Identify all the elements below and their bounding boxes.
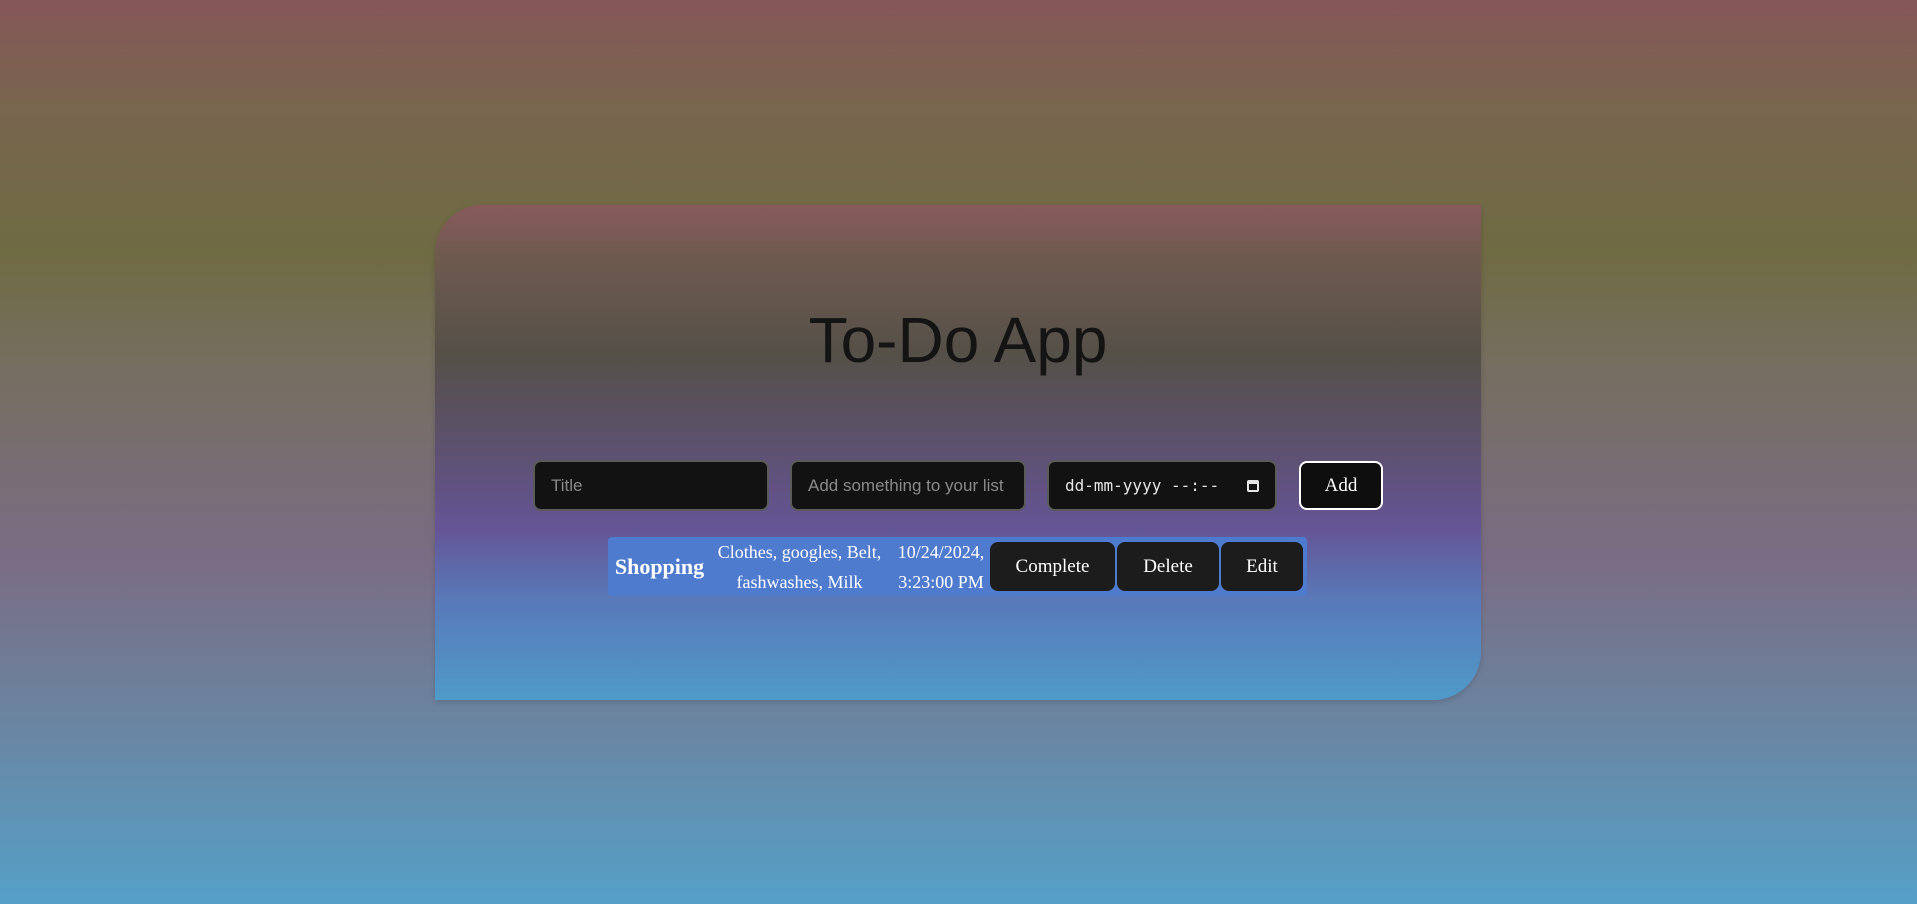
todo-date: 10/24/2024, 3:23:00 PM bbox=[897, 541, 985, 592]
add-todo-form: dd-mm-yyyy --:-- Add bbox=[533, 460, 1383, 511]
add-button[interactable]: Add bbox=[1299, 461, 1383, 510]
complete-button[interactable]: Complete bbox=[990, 542, 1115, 591]
datetime-placeholder: dd-mm-yyyy --:-- bbox=[1065, 476, 1220, 495]
page-title: To-Do App bbox=[808, 304, 1108, 376]
todo-description: Clothes, googles, Belt, fashwashes, Milk bbox=[717, 541, 882, 592]
edit-button[interactable]: Edit bbox=[1221, 542, 1303, 591]
delete-button[interactable]: Delete bbox=[1117, 542, 1219, 591]
todo-item: Shopping Clothes, googles, Belt, fashwas… bbox=[608, 537, 1307, 596]
title-input[interactable] bbox=[533, 460, 769, 511]
description-input[interactable] bbox=[790, 460, 1026, 511]
datetime-input[interactable]: dd-mm-yyyy --:-- bbox=[1047, 460, 1277, 511]
calendar-icon[interactable] bbox=[1247, 479, 1259, 492]
todo-card: To-Do App dd-mm-yyyy --:-- Add Shopping … bbox=[435, 205, 1481, 700]
todo-title: Shopping bbox=[614, 553, 705, 579]
